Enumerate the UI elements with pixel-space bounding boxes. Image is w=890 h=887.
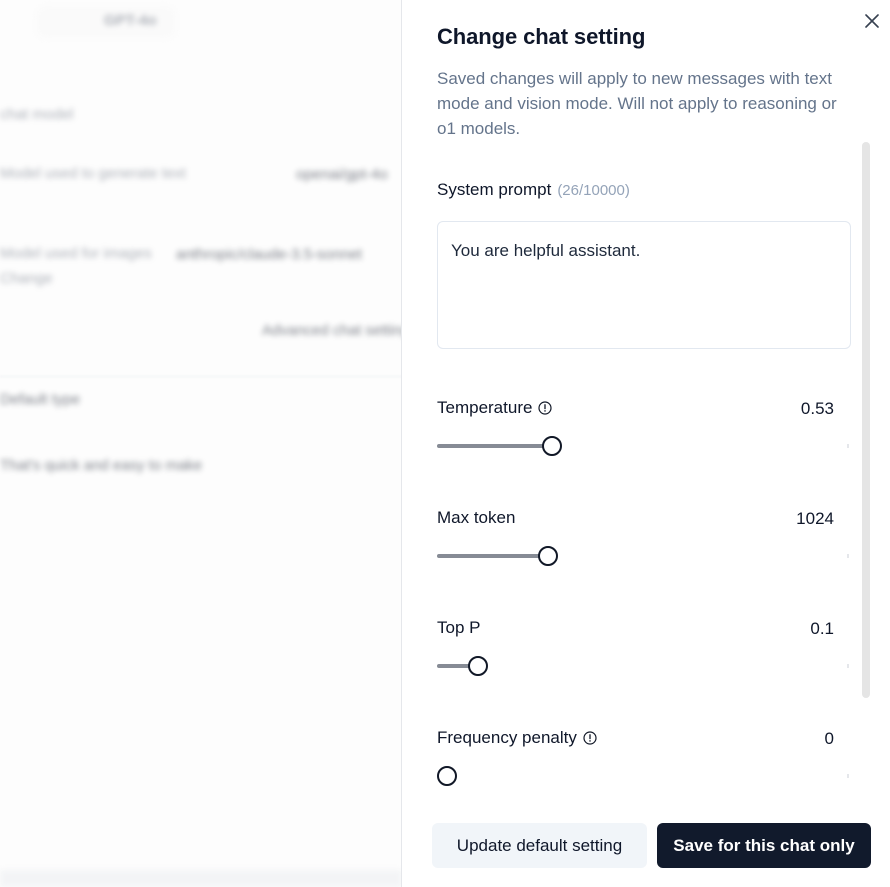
background-divider: [0, 376, 402, 377]
max-token-label: Max token: [437, 508, 515, 528]
max-token-value: 1024: [796, 509, 834, 528]
background-text: chat model: [0, 106, 74, 123]
slider-end: [847, 444, 849, 448]
top-p-label-text: Top P: [437, 618, 481, 637]
frequency-penalty-label-text: Frequency penalty: [437, 728, 577, 747]
save-for-this-chat-button[interactable]: Save for this chat only: [657, 823, 871, 868]
chat-settings-drawer: Change chat setting Saved changes will a…: [401, 0, 890, 887]
drawer-subtitle: Saved changes will apply to new messages…: [437, 69, 837, 138]
slider-thumb[interactable]: [541, 436, 562, 456]
background-app: GPT-4o chat model Model used to generate…: [0, 0, 402, 887]
close-icon: [865, 14, 879, 28]
frequency-penalty-value: 0: [824, 729, 834, 748]
temperature-slider[interactable]: [437, 434, 849, 458]
max-token-label-text: Max token: [437, 508, 516, 527]
update-default-setting-button[interactable]: Update default setting: [432, 823, 647, 868]
info-icon[interactable]: [538, 401, 553, 415]
scrollbar[interactable]: [862, 142, 870, 698]
background-text: Advanced chat settings: [262, 322, 402, 339]
system-prompt-counter: (26/10000): [557, 181, 630, 199]
system-prompt-label: System prompt (26/10000): [437, 180, 630, 200]
background-text: That's quick and easy to make: [0, 457, 203, 474]
top-p-slider[interactable]: [437, 654, 849, 678]
background-footer: [0, 870, 402, 887]
slider-thumb[interactable]: [537, 546, 558, 566]
slider-track: [437, 444, 552, 448]
top-p-label: Top P: [437, 618, 480, 638]
slider-thumb[interactable]: [468, 656, 488, 676]
background-text: Change: [0, 270, 53, 287]
background-text: Model used for images: [0, 245, 152, 262]
top-p-value: 0.1: [810, 619, 834, 638]
temperature-label: Temperature: [437, 398, 553, 418]
temperature-value: 0.53: [800, 399, 834, 418]
frequency-penalty-label: Frequency penalty: [437, 728, 597, 748]
slider-thumb[interactable]: [437, 766, 457, 786]
background-text: Model used to generate text: [0, 165, 186, 182]
background-text: openai/gpt-4o: [296, 166, 388, 183]
background-text: anthropic/claude-3.5-sonnet: [176, 246, 362, 263]
drawer-footer: Update default setting Save for this cha…: [432, 823, 871, 868]
system-prompt-input[interactable]: You are helpful assistant.: [437, 221, 851, 349]
settings-scroll-area: System prompt (26/10000) You are helpful…: [437, 150, 857, 790]
info-icon[interactable]: [583, 731, 597, 745]
system-prompt-label-text: System prompt: [437, 180, 552, 199]
close-button[interactable]: [861, 10, 883, 32]
drawer-title: Change chat setting: [437, 24, 646, 49]
slider-track: [437, 554, 548, 558]
slider-end: [847, 554, 849, 558]
frequency-penalty-slider[interactable]: [437, 764, 849, 788]
slider-end: [847, 774, 849, 778]
max-token-slider[interactable]: [437, 544, 849, 568]
slider-end: [847, 664, 849, 668]
background-model-name: GPT-4o: [104, 12, 157, 29]
background-text: Default type: [0, 391, 81, 408]
temperature-label-text: Temperature: [437, 398, 533, 417]
